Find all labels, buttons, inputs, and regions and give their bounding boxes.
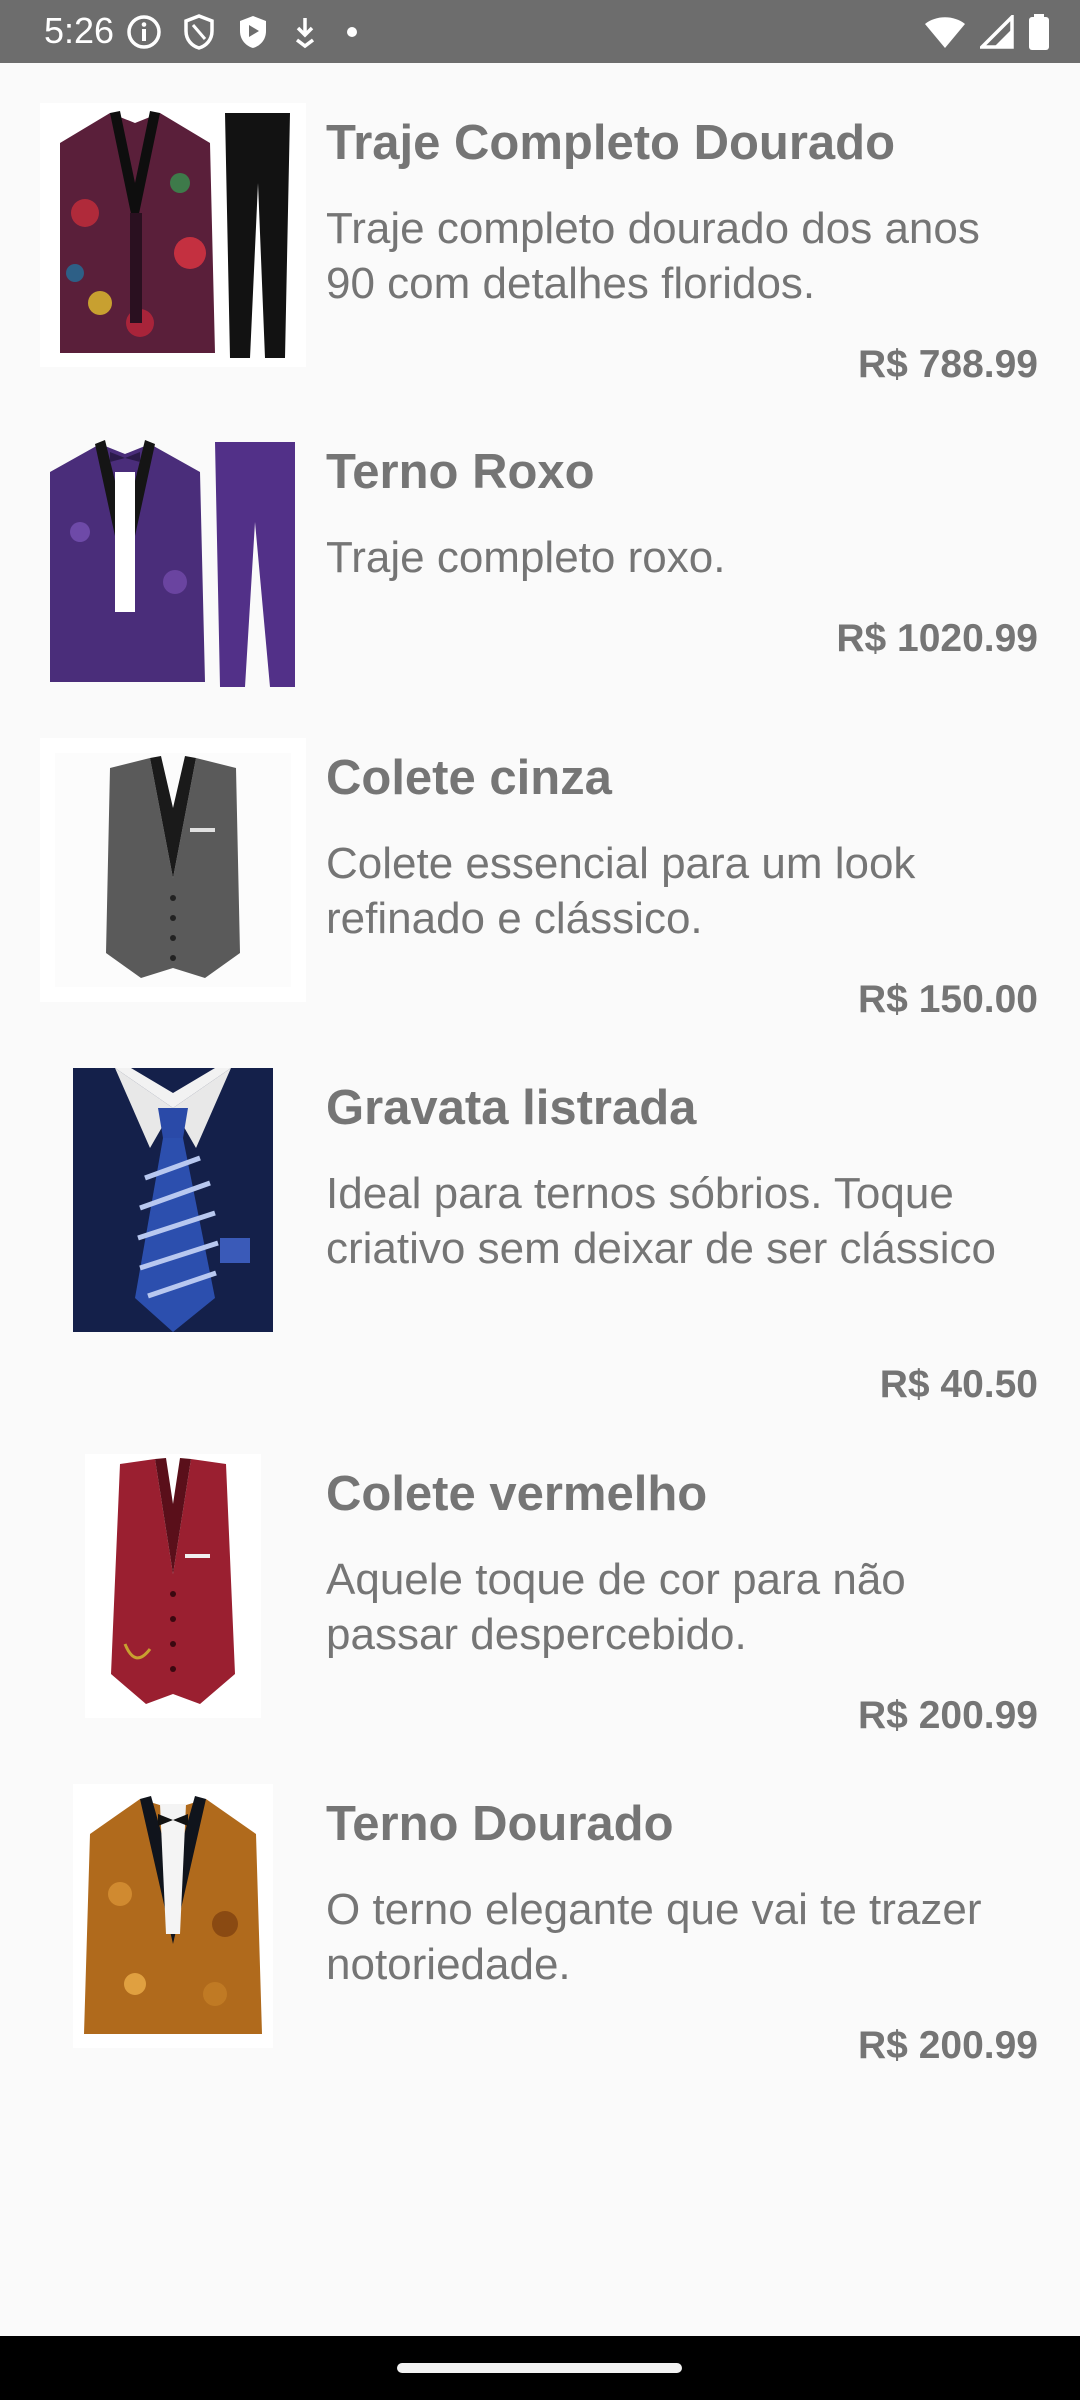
product-description: Ideal para ternos sóbrios. Toque criativ… — [326, 1169, 997, 1273]
product-price: R$ 200.99 — [858, 1694, 1038, 1737]
navigation-bar — [0, 2336, 1080, 2400]
product-card[interactable]: Terno Roxo Traje completo roxo. R$ 1020.… — [0, 429, 1080, 709]
info-icon — [127, 15, 161, 49]
product-price: R$ 1020.99 — [836, 617, 1038, 660]
shield-icon — [184, 14, 214, 50]
striped-tie-image — [40, 1068, 306, 1332]
product-description: Aquele toque de cor para não passar desp… — [326, 1555, 906, 1659]
product-image — [40, 1784, 306, 2048]
product-name: Terno Dourado — [326, 1797, 674, 1851]
status-icons-right — [924, 12, 1050, 52]
product-price: R$ 200.99 — [858, 2024, 1038, 2067]
gray-vest-image — [40, 738, 306, 1002]
download-arrow-icon — [295, 18, 315, 49]
product-name: Gravata listrada — [326, 1081, 697, 1135]
product-name: Terno Roxo — [326, 445, 595, 499]
battery-icon — [1029, 14, 1049, 50]
product-image — [40, 103, 306, 367]
product-price: R$ 788.99 — [858, 343, 1038, 386]
product-image — [40, 432, 306, 696]
product-description: O terno elegante que vai te trazer notor… — [326, 1885, 982, 1989]
product-name: Colete vermelho — [326, 1467, 708, 1521]
product-name: Colete cinza — [326, 751, 612, 805]
product-card[interactable]: Traje Completo Dourado Traje completo do… — [0, 100, 1080, 396]
product-price: R$ 150.00 — [858, 978, 1038, 1021]
gold-blazer-image — [40, 1784, 306, 2048]
shield-filled-icon — [240, 16, 266, 48]
product-image — [40, 1068, 306, 1332]
home-gesture-handle[interactable] — [397, 2363, 682, 2373]
product-card[interactable]: Terno Dourado O terno elegante que vai t… — [0, 1781, 1080, 2111]
wifi-icon — [925, 17, 965, 48]
floral-suit-image — [40, 103, 306, 367]
product-image — [40, 1454, 306, 1718]
signal-icon — [980, 15, 1014, 49]
product-image — [40, 738, 306, 1002]
red-vest-image — [40, 1454, 306, 1718]
product-card[interactable]: Gravata listrada Ideal para ternos sóbri… — [0, 1065, 1080, 1447]
dot-icon — [347, 27, 357, 37]
status-bar: 5:26 — [0, 0, 1080, 63]
product-price: R$ 40.50 — [879, 1363, 1038, 1406]
product-description: Colete essencial para um look refinado e… — [326, 839, 916, 943]
product-description: Traje completo roxo. — [326, 533, 726, 582]
status-time: 5:26 — [44, 10, 115, 51]
product-card[interactable]: Colete cinza Colete essencial para um lo… — [0, 735, 1080, 1065]
product-description: Traje completo dourado dos anos 90 com d… — [326, 204, 980, 308]
product-card[interactable]: Colete vermelho Aquele toque de cor para… — [0, 1451, 1080, 1781]
status-icons-left — [126, 12, 364, 52]
purple-suit-image — [40, 432, 306, 696]
product-name: Traje Completo Dourado — [326, 116, 896, 170]
